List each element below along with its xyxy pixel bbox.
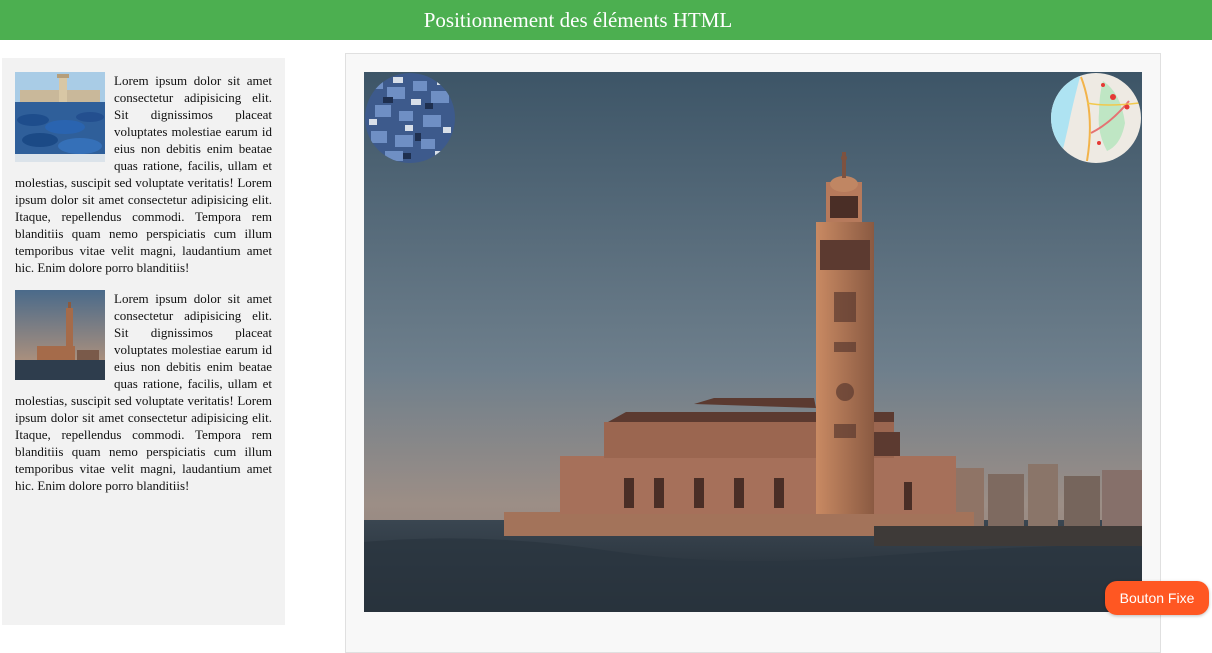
fixed-button[interactable]: Bouton Fixe	[1105, 581, 1209, 615]
essaouira-port-thumbnail	[15, 72, 105, 162]
page-header: Positionnement des éléments HTML	[0, 0, 1212, 40]
sidebar: Lorem ipsum dolor sit amet consectetur a…	[2, 58, 285, 625]
hero-image	[364, 72, 1142, 612]
main-content	[345, 53, 1161, 653]
sidebar-article: Lorem ipsum dolor sit amet consectetur a…	[15, 72, 272, 276]
sidebar-article: Lorem ipsum dolor sit amet consectetur a…	[15, 290, 272, 494]
hassan-mosque-thumbnail	[15, 290, 105, 380]
page-title: Positionnement des éléments HTML	[423, 7, 733, 32]
map-circle-image	[1051, 73, 1141, 163]
chefchaouen-circle-image	[365, 73, 455, 163]
